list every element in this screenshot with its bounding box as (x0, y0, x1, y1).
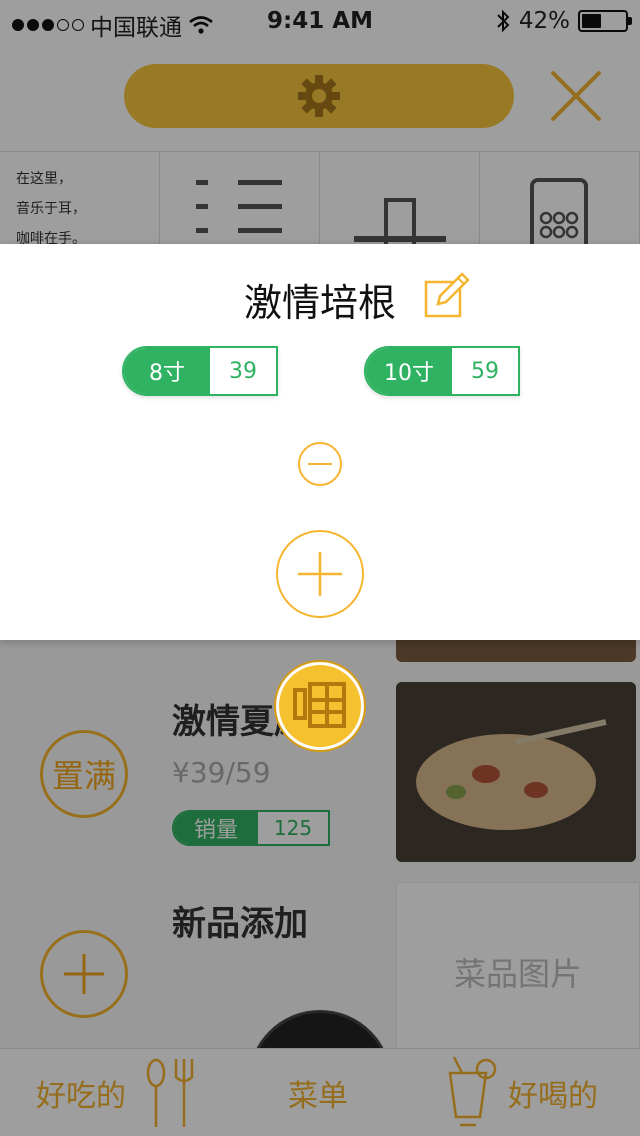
plus-icon (298, 552, 342, 596)
menu-grid-button[interactable] (276, 662, 364, 750)
modal-title: 激情培根 (243, 281, 396, 325)
minus-icon (308, 463, 332, 465)
menu-grid-icon (293, 682, 346, 728)
size-option-10[interactable]: 10寸 59 (364, 346, 520, 396)
size-option-8[interactable]: 8寸 39 (122, 346, 278, 396)
remove-size-button[interactable] (298, 442, 342, 486)
edit-icon[interactable] (424, 272, 470, 318)
add-size-button[interactable] (276, 530, 364, 618)
dish-edit-modal: 激情培根 8寸 39 10寸 59 (0, 244, 640, 640)
